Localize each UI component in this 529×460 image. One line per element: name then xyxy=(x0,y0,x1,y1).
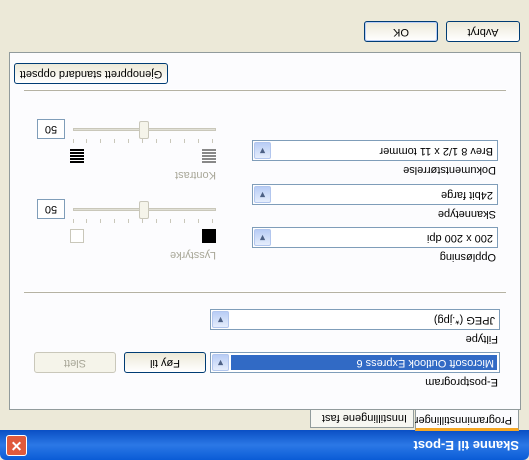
chevron-down-icon[interactable]: ▼ xyxy=(254,229,271,246)
tab-fixed-settings[interactable]: Innstillingene fast xyxy=(310,410,414,428)
email-program-value: Microsoft Outlook Express 6 xyxy=(231,355,497,370)
chevron-down-icon[interactable]: ▼ xyxy=(212,354,229,371)
tab-label: Innstillingene fast xyxy=(322,412,407,424)
dialog-window: Skanne til E-post ✕ Programinnstillinger… xyxy=(0,0,529,460)
ok-button[interactable]: OK xyxy=(364,21,438,42)
file-type-select[interactable]: JPEG (*.jpg) ▼ xyxy=(210,309,500,330)
file-type-label: Filtype xyxy=(465,333,498,345)
window-title: Skanne til E-post xyxy=(413,438,519,453)
chevron-down-icon[interactable]: ▼ xyxy=(254,186,271,203)
brightness-dark-icon xyxy=(202,229,216,243)
title-bar[interactable]: Skanne til E-post ✕ xyxy=(0,430,529,460)
chevron-down-icon[interactable]: ▼ xyxy=(254,142,271,159)
brightness-ticks xyxy=(73,219,213,223)
scan-type-select[interactable]: 24bit farge ▼ xyxy=(252,184,498,205)
scan-type-value: 24bit farge xyxy=(441,189,493,201)
separator xyxy=(24,89,506,91)
separator xyxy=(24,291,506,293)
delete-button[interactable]: Slett xyxy=(34,352,116,373)
contrast-low-icon xyxy=(202,149,216,163)
resolution-value: 200 x 200 dpi xyxy=(426,232,493,244)
document-size-select[interactable]: Brev 8 1/2 x 11 tommer ▼ xyxy=(252,140,498,161)
brightness-light-icon xyxy=(70,229,84,243)
file-type-value: JPEG (*.jpg) xyxy=(433,314,495,326)
scan-type-label: Skannetype xyxy=(437,208,496,220)
email-program-select[interactable]: Microsoft Outlook Express 6 ▼ xyxy=(210,352,500,373)
contrast-ticks xyxy=(73,139,213,143)
brightness-slider-thumb[interactable] xyxy=(139,201,149,219)
tab-label: Programinnstillinger xyxy=(414,414,512,426)
resolution-label: Oppløsning xyxy=(439,251,496,263)
close-icon[interactable]: ✕ xyxy=(6,435,27,456)
contrast-label: Kontrast xyxy=(175,169,216,181)
document-size-label: Dokumentstørrelse xyxy=(403,164,496,176)
contrast-high-icon xyxy=(70,149,84,163)
contrast-value-box[interactable]: 50 xyxy=(37,119,65,139)
chevron-down-icon[interactable]: ▼ xyxy=(212,311,229,328)
brightness-value-box[interactable]: 50 xyxy=(37,199,65,219)
tab-panel: E-postprogram Microsoft Outlook Express … xyxy=(9,52,521,410)
restore-defaults-button[interactable]: Gjenopprett standard oppsett xyxy=(14,63,168,84)
cancel-button[interactable]: Avbryt xyxy=(446,21,520,42)
add-button[interactable]: Føy til xyxy=(124,352,206,373)
email-program-label: E-postprogram xyxy=(425,376,498,388)
brightness-label: Lysstyrke xyxy=(169,249,216,261)
document-size-value: Brev 8 1/2 x 11 tommer xyxy=(379,145,493,157)
contrast-slider-thumb[interactable] xyxy=(139,121,149,139)
tab-program-settings[interactable]: Programinnstillinger xyxy=(415,410,519,431)
resolution-select[interactable]: 200 x 200 dpi ▼ xyxy=(252,227,498,248)
